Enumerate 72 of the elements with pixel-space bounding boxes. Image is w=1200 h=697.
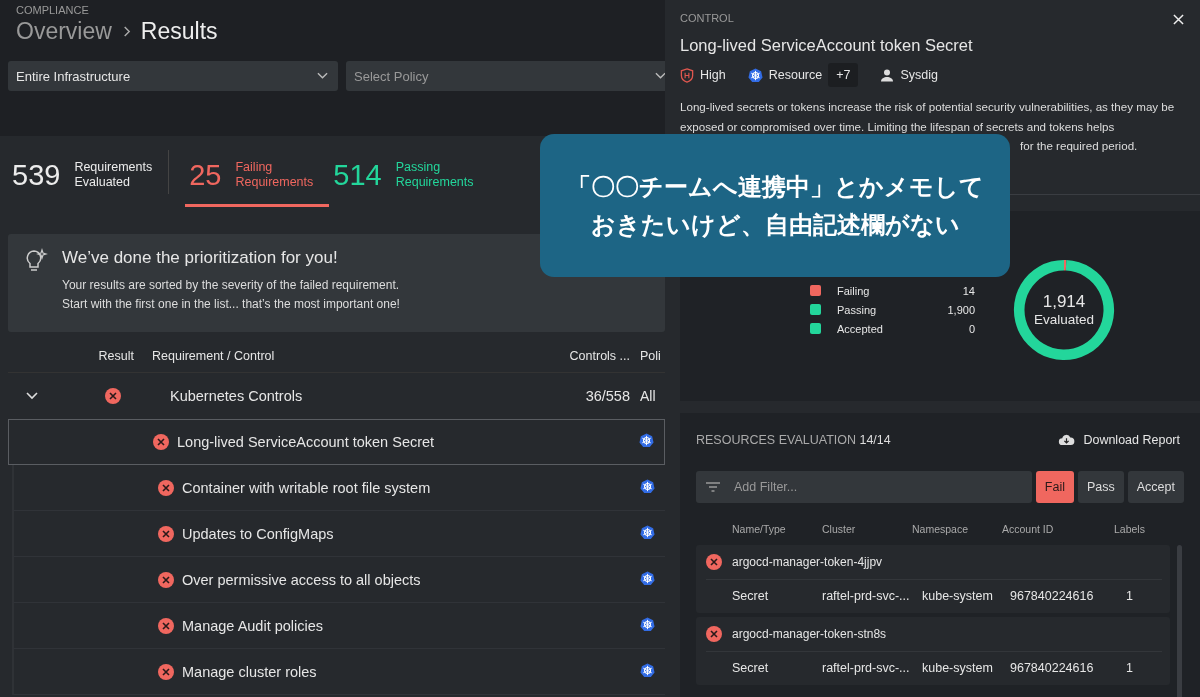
- resource-name: argocd-manager-token-stn8s: [732, 626, 887, 641]
- section-label: COMPLIANCE: [15, 4, 90, 16]
- legend-label: Passing: [837, 303, 878, 316]
- stat-tab[interactable]: 25 Failing Requirements: [185, 146, 330, 207]
- column-header: Account ID: [1002, 522, 1055, 535]
- dropdown[interactable]: Select Policy: [346, 61, 665, 91]
- legend-value: 1,900: [947, 303, 975, 316]
- column-header: Poli: [639, 349, 662, 363]
- filter-toggle[interactable]: Accept: [1127, 470, 1184, 503]
- filter-toggle[interactable]: Pass: [1078, 470, 1124, 503]
- stat-tab[interactable]: 539 Requirements Evaluated: [8, 146, 169, 207]
- description-text: for the required period.: [1020, 139, 1138, 152]
- control-name: Over permissive access to all objects: [182, 571, 421, 588]
- dropdown[interactable]: Entire Infrastructure: [8, 61, 338, 91]
- filter-field[interactable]: Add Filter...: [696, 470, 1032, 503]
- resource-name: argocd-manager-token-4jjpv: [732, 554, 883, 569]
- download-button[interactable]: Download Report: [1058, 432, 1184, 447]
- tip-text: Your results are sorted by the severity of the failed requirement.: [62, 277, 400, 294]
- controls-count: 36/558: [584, 388, 630, 404]
- table-cell-text: 1: [1126, 589, 1134, 603]
- control-row[interactable]: Long-lived ServiceAccount token Secret: [8, 419, 665, 465]
- donut-total: 1,914: [1042, 292, 1086, 312]
- legend-label: Accepted: [837, 322, 884, 335]
- control-name: Updates to ConfigMaps: [182, 525, 334, 542]
- column-header: Namespace: [912, 522, 970, 535]
- control-name: Long-lived ServiceAccount token Secret: [177, 434, 435, 450]
- legend-value: 14: [962, 284, 975, 297]
- severity-label: High: [700, 68, 726, 82]
- table-cell-text: kube-system: [922, 589, 994, 603]
- control-row[interactable]: Over permissive access to all objects: [12, 557, 665, 603]
- control-name: Manage cluster roles: [182, 663, 317, 680]
- table-cell-text: Secret: [732, 661, 770, 675]
- stat-tab[interactable]: 514 Passing Requirements: [329, 146, 490, 207]
- table-cell-text: Secret: [732, 589, 770, 603]
- control-row[interactable]: Container with writable root file system: [12, 465, 665, 511]
- tip-text: Start with the first one in the list... that’s the most important one!: [62, 296, 400, 313]
- table-cell-text: 1: [1126, 661, 1134, 675]
- column-header: Cluster: [822, 522, 857, 535]
- filter-toggle[interactable]: Fail: [1035, 470, 1074, 503]
- breadcrumb-item: Results: [140, 18, 218, 45]
- table-cell-text: 967840224616: [1010, 661, 1095, 675]
- tip-title: We’ve done the prioritization for you!: [62, 248, 339, 268]
- breadcrumb-item[interactable]: Overview: [16, 18, 112, 45]
- control-row[interactable]: Updates to ConfigMaps: [12, 511, 665, 557]
- evaluation-title: RESOURCES EVALUATION 14/14: [696, 432, 891, 447]
- resource-row[interactable]: argocd-manager-token-4jjpv Secret raftel-prd-svc-... kube-system 967840224616 1: [696, 544, 1170, 613]
- policy-cell-text: All: [639, 388, 657, 404]
- drawer-label: CONTROL: [680, 12, 734, 24]
- more-badge[interactable]: +7: [828, 63, 859, 87]
- column-header: Controls ...: [568, 349, 630, 363]
- column-header: Name/Type: [732, 522, 787, 535]
- author-label: Sysdig: [900, 68, 938, 82]
- column-header: Result: [97, 349, 134, 363]
- resource-row[interactable]: argocd-manager-token-stn8s Secret raftel-prd-svc-... kube-system 967840224616 1: [696, 616, 1170, 685]
- table-cell-text: raftel-prd-svc-...: [822, 661, 911, 675]
- control-name: Manage Audit policies: [182, 617, 324, 634]
- table-cell-text: 967840224616: [1010, 589, 1095, 603]
- group-name: Kubernetes Controls: [169, 388, 304, 404]
- resource-label: Resource: [768, 68, 823, 82]
- control-name: Container with writable root file system: [182, 479, 431, 496]
- donut-label: Evaluated: [1033, 312, 1094, 327]
- legend-label: Failing: [837, 284, 871, 297]
- callout-text: 「〇〇チームへ連携中」とかメモして: [566, 171, 984, 203]
- control-row[interactable]: Manage cluster roles: [12, 649, 665, 695]
- column-header: Labels: [1114, 522, 1144, 535]
- table-cell-text: raftel-prd-svc-...: [822, 589, 911, 603]
- legend-value: 0: [968, 322, 975, 335]
- column-header: Requirement / Control: [151, 349, 276, 363]
- table-cell-text: kube-system: [922, 661, 994, 675]
- callout-text: おきたいけど、自由記述欄がない: [590, 209, 960, 241]
- control-row[interactable]: Manage Audit policies: [12, 603, 665, 649]
- drawer-title: Long-lived ServiceAccount token Secret: [680, 36, 974, 55]
